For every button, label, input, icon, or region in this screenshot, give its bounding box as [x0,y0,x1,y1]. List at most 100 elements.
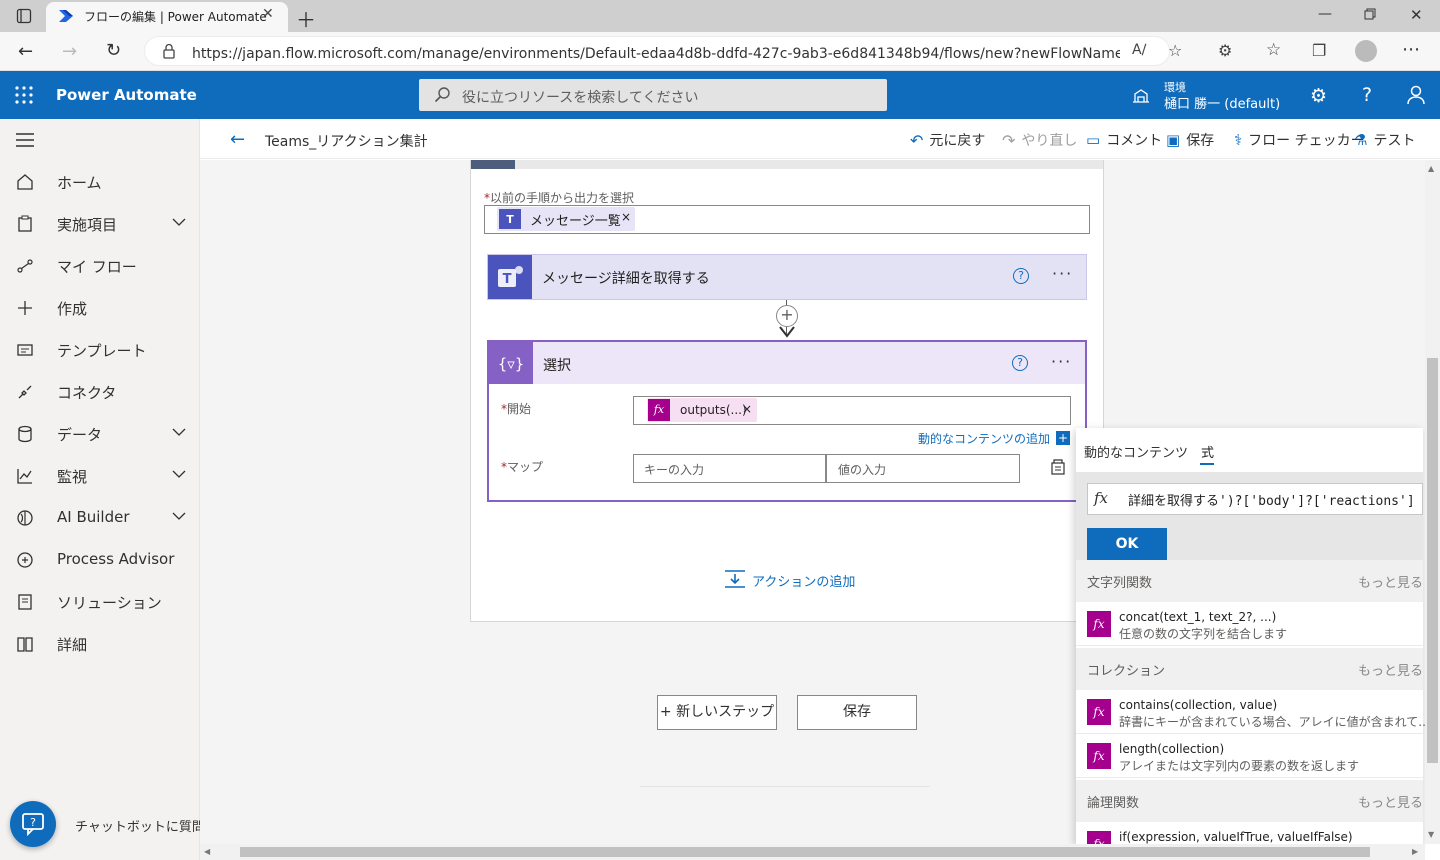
save-command-button[interactable]: ▣ 保存 [1166,130,1214,150]
expression-text[interactable]: 詳細を取得する')?['body']?['reactions'] [1128,490,1420,509]
profile-avatar[interactable] [1355,40,1377,62]
read-aloud-icon[interactable]: A∕ [1132,42,1146,58]
tab-close-icon[interactable]: ✕ [262,6,274,22]
teams-icon: T [488,255,532,299]
more-options-icon[interactable]: ··· [1051,352,1072,371]
vertical-scroll-thumb[interactable] [1427,358,1438,763]
nav-item-label: 実施項目 [57,216,118,234]
new-step-button[interactable]: + 新しいステップ [657,695,777,730]
app-launcher-icon[interactable] [15,86,33,104]
chevron-down-icon[interactable] [172,217,186,227]
down-arrow-icon [779,326,795,338]
minimize-icon[interactable]: — [1318,6,1332,22]
nav-item-12[interactable]: 詳細 [0,623,200,665]
nav-item-8[interactable]: 監視 [0,455,200,497]
extensions-icon[interactable]: ⚙ [1218,41,1232,60]
nav-item-6[interactable]: コネクタ [0,371,200,413]
chevron-down-icon[interactable] [172,511,186,521]
nav-item-7[interactable]: データ [0,413,200,455]
add-favorite-icon[interactable]: ☆ [1168,41,1182,60]
nav-item-4[interactable]: 作成 [0,287,200,329]
chevron-down-icon[interactable] [172,427,186,437]
nav-item-label: 詳細 [57,636,88,654]
flask-icon: ⚗ [1354,131,1368,149]
back-arrow-icon[interactable]: ← [230,129,245,150]
flow-name[interactable]: Teams_リアクション集計 [265,131,428,151]
function-item[interactable]: fx length(collection) アレイまたは文字列内の要素の数を返します [1076,734,1423,778]
collections-icon[interactable]: ❐ [1312,41,1326,60]
map-key-placeholder: キーの入力 [644,463,705,477]
more-options-icon[interactable]: ··· [1052,264,1073,283]
refresh-icon[interactable]: ↻ [106,40,121,61]
nav-item-1[interactable]: ホーム [0,161,200,203]
nav-item-10[interactable]: Process Advisor [0,539,200,581]
environment-name[interactable]: 樋口 勝一 (default) [1164,93,1280,112]
nav-item-9[interactable]: AI Builder [0,497,200,539]
help-circle-icon[interactable]: ? [1013,268,1029,284]
insert-step-icon[interactable]: + [776,305,798,327]
see-more-link[interactable]: もっと見る [1358,792,1423,811]
tab-dynamic-content[interactable]: 動的なコンテンツ [1084,442,1188,461]
see-more-link[interactable]: もっと見る [1358,660,1423,679]
vertical-scrollbar[interactable]: ▲ ▼ [1425,160,1440,844]
template-icon [16,341,34,359]
nav-item-3[interactable]: マイ フロー [0,245,200,287]
left-navigation: ホーム実施項目マイ フロー作成 テンプレート コネクタデータ監視 AI Builder… [0,119,200,860]
favorites-icon[interactable]: ☆ [1266,40,1281,60]
save-flow-button[interactable]: 保存 [797,695,917,730]
function-item[interactable]: fx contains(collection, value) 辞書にキーが含まれてい… [1076,690,1430,734]
close-window-icon[interactable]: ✕ [1410,6,1423,24]
function-name: concat(text_1, text_2?, ...) [1119,610,1277,624]
tab-actions-icon[interactable] [16,8,32,24]
add-dynamic-content-link[interactable]: 動的なコンテンツの追加 [918,430,1050,447]
settings-gear-icon[interactable]: ⚙ [1310,85,1327,107]
url-text[interactable]: https://japan.flow.microsoft.com/manage/… [192,43,1120,63]
nav-item-5[interactable]: テンプレート [0,329,200,371]
see-more-link[interactable]: もっと見る [1358,572,1423,591]
new-tab-icon[interactable]: ＋ [296,4,316,33]
nav-item-11[interactable]: ソリューション [0,581,200,623]
ok-button[interactable]: OK [1087,528,1167,560]
clipboard-icon [16,215,34,233]
fx-icon: fx [1094,489,1109,507]
comment-button[interactable]: ▭ コメント [1086,130,1162,150]
help-circle-icon[interactable]: ? [1012,355,1028,371]
tab-expression[interactable]: 式 [1201,442,1214,461]
nav-item-label: データ [57,426,103,444]
chatbot-button[interactable]: ? [10,801,56,847]
svg-text:T: T [506,213,514,226]
undo-button[interactable]: ↶ 元に戻す [910,130,985,150]
add-action-link[interactable]: アクションの追加 [752,571,855,590]
nav-item-label: マイ フロー [57,258,137,276]
switch-to-text-mode-icon[interactable] [1050,459,1066,475]
remove-token-icon[interactable]: × [621,210,631,224]
back-icon[interactable]: ← [18,41,33,62]
redo-button[interactable]: ↷ やり直し [1002,130,1077,150]
add-dynamic-icon[interactable]: + [1056,431,1070,445]
power-automate-favicon-icon [58,9,74,23]
chevron-down-icon[interactable] [172,469,186,479]
help-icon[interactable]: ? [1362,84,1372,106]
horizontal-scrollbar[interactable]: ◀ ▶ [200,844,1425,860]
message-list-token-label: メッセージ一覧 [530,214,621,229]
forward-icon[interactable]: → [62,41,77,62]
hamburger-menu-icon[interactable] [16,133,34,147]
add-action-icon[interactable] [724,569,746,589]
process-advisor-icon [16,551,34,569]
flow-checker-button[interactable]: ⚕ フロー チェッカー [1234,130,1365,150]
select-card-header[interactable] [489,342,1085,384]
outputs-token-label: outputs(...) [680,403,747,417]
function-item[interactable]: fx concat(text_1, text_2?, ...) 任意の数の文字列を結… [1076,602,1423,646]
nav-item-2[interactable]: 実施項目 [0,203,200,245]
restore-icon[interactable] [1364,8,1376,20]
test-button[interactable]: ⚗ テスト [1354,130,1415,150]
nav-item-label: ソリューション [57,594,162,612]
comment-icon: ▭ [1086,131,1101,149]
app-name[interactable]: Power Automate [56,86,197,104]
remove-token-icon[interactable]: × [742,402,752,416]
browser-menu-icon[interactable]: ⋯ [1402,39,1420,60]
lock-icon[interactable] [162,43,176,59]
horizontal-scroll-thumb[interactable] [240,847,1370,857]
chatbot-label[interactable]: チャットボットに質問 [75,816,205,835]
account-icon[interactable] [1406,85,1426,105]
